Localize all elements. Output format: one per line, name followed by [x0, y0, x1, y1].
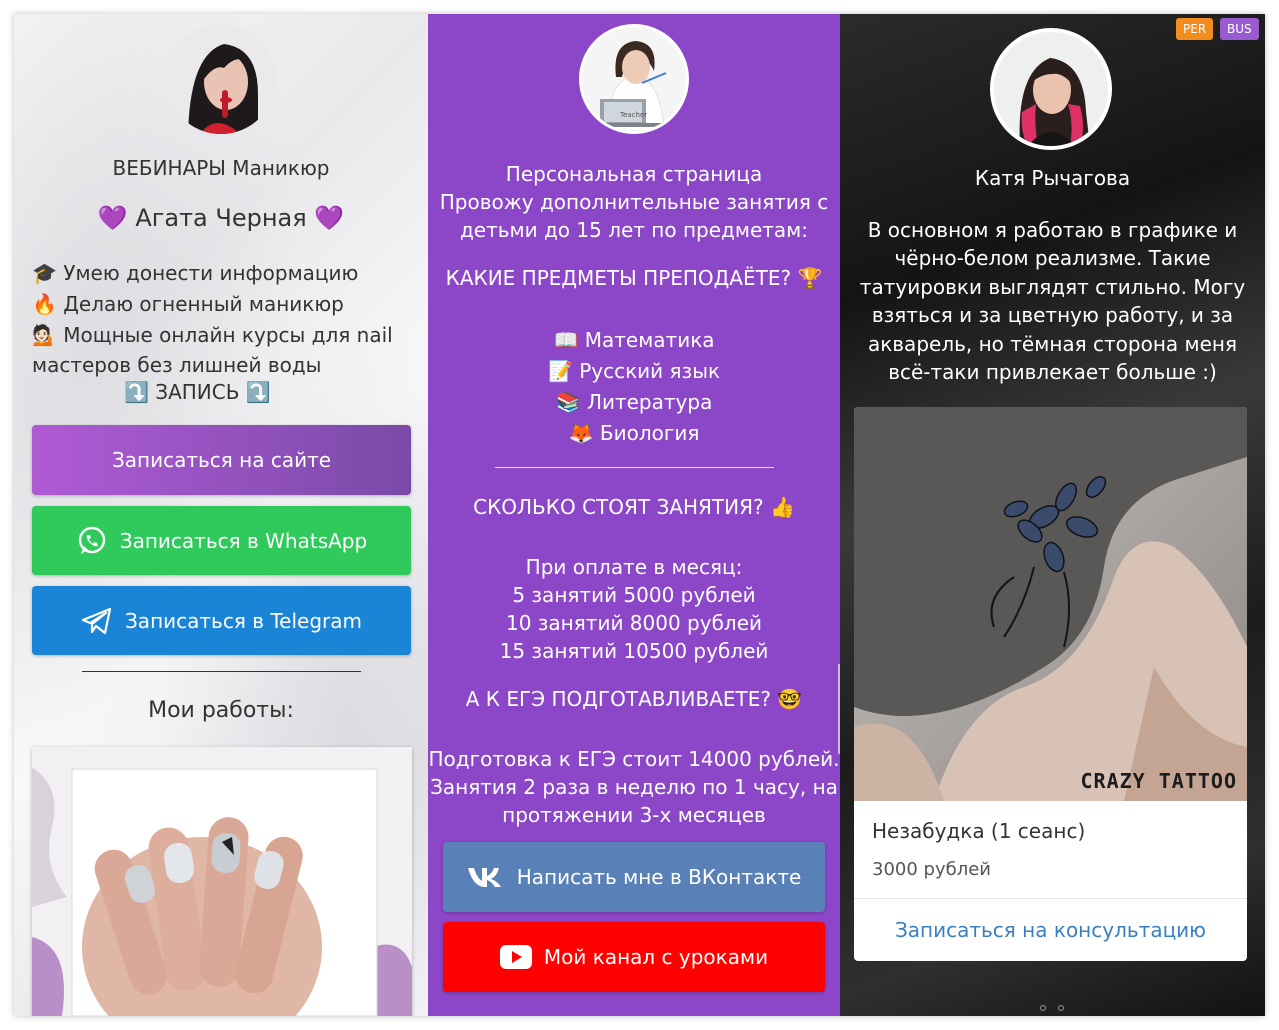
thumbs-up-emoji: 👍 — [769, 495, 795, 519]
price-question: СКОЛЬКО СТОЯТ ЗАНЯТИЯ? 👍 — [428, 495, 840, 519]
ege-info: Подготовка к ЕГЭ стоит 14000 рублей. Зан… — [428, 745, 840, 829]
vk-icon — [467, 866, 505, 888]
manicure-bullet: 🔥 Делаю огненный маникюр — [32, 292, 344, 316]
ege-line: Занятия 2 раза в неделю по 1 часу, на — [430, 775, 838, 799]
subjects-question-text: КАКИЕ ПРЕДМЕТЫ ПРЕПОДАЁТЕ? — [445, 266, 792, 290]
teacher-avatar-caption: Teacher — [620, 111, 648, 119]
arrow-down-emoji: ⤵️ — [124, 380, 149, 404]
manicure-bullet-continuation: мастеров без лишней воды — [32, 353, 322, 377]
manicure-name-row: 💜 Агата Черная 💜 — [14, 204, 428, 232]
telegram-icon — [81, 606, 113, 636]
preview-frame: ВЕБИНАРЫ Маникюр 💜 Агата Черная 💜 🎓 Умею… — [14, 14, 1265, 1016]
youtube-channel-button[interactable]: Мой канал с уроками — [443, 922, 825, 992]
badge-bus[interactable]: BUS — [1220, 18, 1259, 40]
teacher-avatar: Teacher — [579, 24, 689, 134]
manicure-bullet: 💁🏻 Мощные онлайн курсы для nail — [32, 323, 393, 347]
consultation-label: Записаться на консультацию — [894, 917, 1207, 942]
carousel-dot[interactable] — [1058, 1005, 1064, 1011]
manicure-page: ВЕБИНАРЫ Маникюр 💜 Агата Черная 💜 🎓 Умею… — [14, 14, 428, 1016]
vk-message-button[interactable]: Написать мне в ВКонтакте — [443, 842, 825, 912]
divider — [495, 467, 774, 468]
product-price: 3000 рублей — [872, 859, 991, 880]
subject-label: Математика — [584, 328, 715, 352]
works-image — [32, 747, 412, 1016]
subject-item: 📚 Литература — [428, 387, 840, 418]
product-card[interactable]: CRAZY TATTOO Незабудка (1 сеанс) 3000 ру… — [854, 407, 1247, 961]
books-emoji: 📚 — [555, 390, 581, 414]
record-label-row: ⤵️ ЗАПИСЬ ⤵️ — [124, 380, 271, 404]
about-line: В основном я работаю в графике и — [867, 218, 1238, 242]
signup-telegram-label: Записаться в Telegram — [124, 608, 362, 633]
intro-line: Персональная страница — [505, 162, 763, 186]
about-line: чёрно-белом реализме. Такие — [894, 246, 1211, 271]
trophy-emoji: 🏆 — [797, 266, 823, 290]
signup-whatsapp-button[interactable]: Записаться в WhatsApp — [32, 506, 411, 575]
youtube-channel-label: Мой канал с уроками — [543, 945, 769, 969]
signup-telegram-button[interactable]: Записаться в Telegram — [32, 586, 411, 655]
bullet-text: Делаю огненный маникюр — [63, 292, 344, 316]
price-line: 15 занятий 10500 рублей — [499, 639, 769, 663]
nerd-face-emoji: 🤓 — [777, 687, 803, 711]
about-line: всё-таки привлекает больше :) — [888, 360, 1217, 385]
manicure-bullet: 🎓 Умею донести информацию — [32, 261, 358, 285]
graduation-cap-emoji: 🎓 — [32, 261, 57, 285]
heart-emoji-right: 💜 — [314, 204, 345, 232]
signup-whatsapp-label: Записаться в WhatsApp — [119, 528, 368, 553]
fox-emoji: 🦊 — [568, 421, 594, 445]
teacher-intro: Персональная страница Провожу дополнител… — [428, 160, 840, 244]
about-line: татуировки выглядят стильно. Могу — [859, 274, 1246, 299]
tattoo-avatar — [990, 28, 1112, 150]
about-line: акварель, но тёмная сторона меня — [867, 331, 1238, 356]
subject-item: 📖 Математика — [428, 325, 840, 356]
arrow-down-emoji: ⤵️ — [245, 380, 271, 404]
ege-question-text: А К ЕГЭ ПОДГОТАВЛИВАЕТЕ? — [465, 687, 771, 711]
about-line: взяться и за цветную работу, и за — [871, 303, 1234, 328]
intro-line: детьми до 15 лет по предметам: — [459, 218, 809, 242]
carousel-dot[interactable] — [1040, 1005, 1046, 1011]
consultation-button[interactable]: Записаться на консультацию — [854, 898, 1247, 961]
tattoo-about: В основном я работаю в графике и чёрно-б… — [840, 216, 1265, 386]
manicure-avatar — [166, 24, 276, 134]
price-line: 5 занятий 5000 рублей — [512, 583, 756, 607]
record-label: ЗАПИСЬ — [155, 380, 240, 404]
signup-site-button[interactable]: Записаться на сайте — [32, 425, 411, 495]
price-line: 10 занятий 8000 рублей — [505, 611, 762, 635]
price-line: При оплате в месяц: — [525, 555, 743, 579]
person-emoji: 💁🏻 — [32, 323, 57, 347]
product-image: CRAZY TATTOO — [854, 407, 1247, 801]
memo-emoji: 📝 — [547, 359, 573, 383]
manicure-title: ВЕБИНАРЫ Маникюр — [112, 156, 330, 180]
whatsapp-icon — [76, 525, 108, 557]
works-heading: Мои работы: — [148, 698, 294, 723]
signup-site-label: Записаться на сайте — [111, 448, 332, 472]
price-question-text: СКОЛЬКО СТОЯТ ЗАНЯТИЯ? — [473, 495, 764, 519]
vk-message-label: Написать мне в ВКонтакте — [516, 865, 802, 889]
subjects-list: 📖 Математика 📝 Русский язык 📚 Литература… — [428, 325, 840, 449]
youtube-icon — [499, 945, 532, 969]
subject-label: Биология — [599, 421, 700, 445]
subjects-question: КАКИЕ ПРЕДМЕТЫ ПРЕПОДАЁТЕ? 🏆 — [428, 266, 840, 290]
tattoo-name: Катя Рычагова — [974, 166, 1131, 190]
teacher-page: Teacher Персональная страница Провожу до… — [428, 14, 840, 1016]
badge-per[interactable]: PER — [1176, 18, 1214, 40]
bullet-text: Умею донести информацию — [63, 261, 359, 285]
tattoo-page: PER BUS Катя Рычагова В основном я работ… — [840, 14, 1265, 1016]
price-list: При оплате в месяц: 5 занятий 5000 рубле… — [428, 553, 840, 665]
subject-item: 📝 Русский язык — [428, 356, 840, 387]
subject-item: 🦊 Биология — [428, 418, 840, 449]
bullet-text: Мощные онлайн курсы для nail — [63, 323, 393, 347]
divider — [82, 671, 361, 672]
product-title: Незабудка (1 сеанс) — [872, 819, 1086, 843]
ege-question: А К ЕГЭ ПОДГОТАВЛИВАЕТЕ? 🤓 — [428, 687, 840, 711]
subject-label: Русский язык — [579, 359, 721, 383]
manicure-name: Агата Черная — [135, 204, 307, 232]
heart-emoji-left: 💜 — [97, 204, 128, 232]
watermark-label: CRAZY TATTOO — [1080, 769, 1237, 793]
intro-line: Провожу дополнительные занятия с — [439, 190, 829, 214]
ege-line: Подготовка к ЕГЭ стоит 14000 рублей. — [428, 747, 840, 771]
subject-label: Литература — [586, 390, 713, 414]
ege-line: протяжении 3-х месяцев — [502, 803, 766, 827]
fire-emoji: 🔥 — [32, 292, 57, 316]
book-emoji: 📖 — [553, 328, 579, 352]
